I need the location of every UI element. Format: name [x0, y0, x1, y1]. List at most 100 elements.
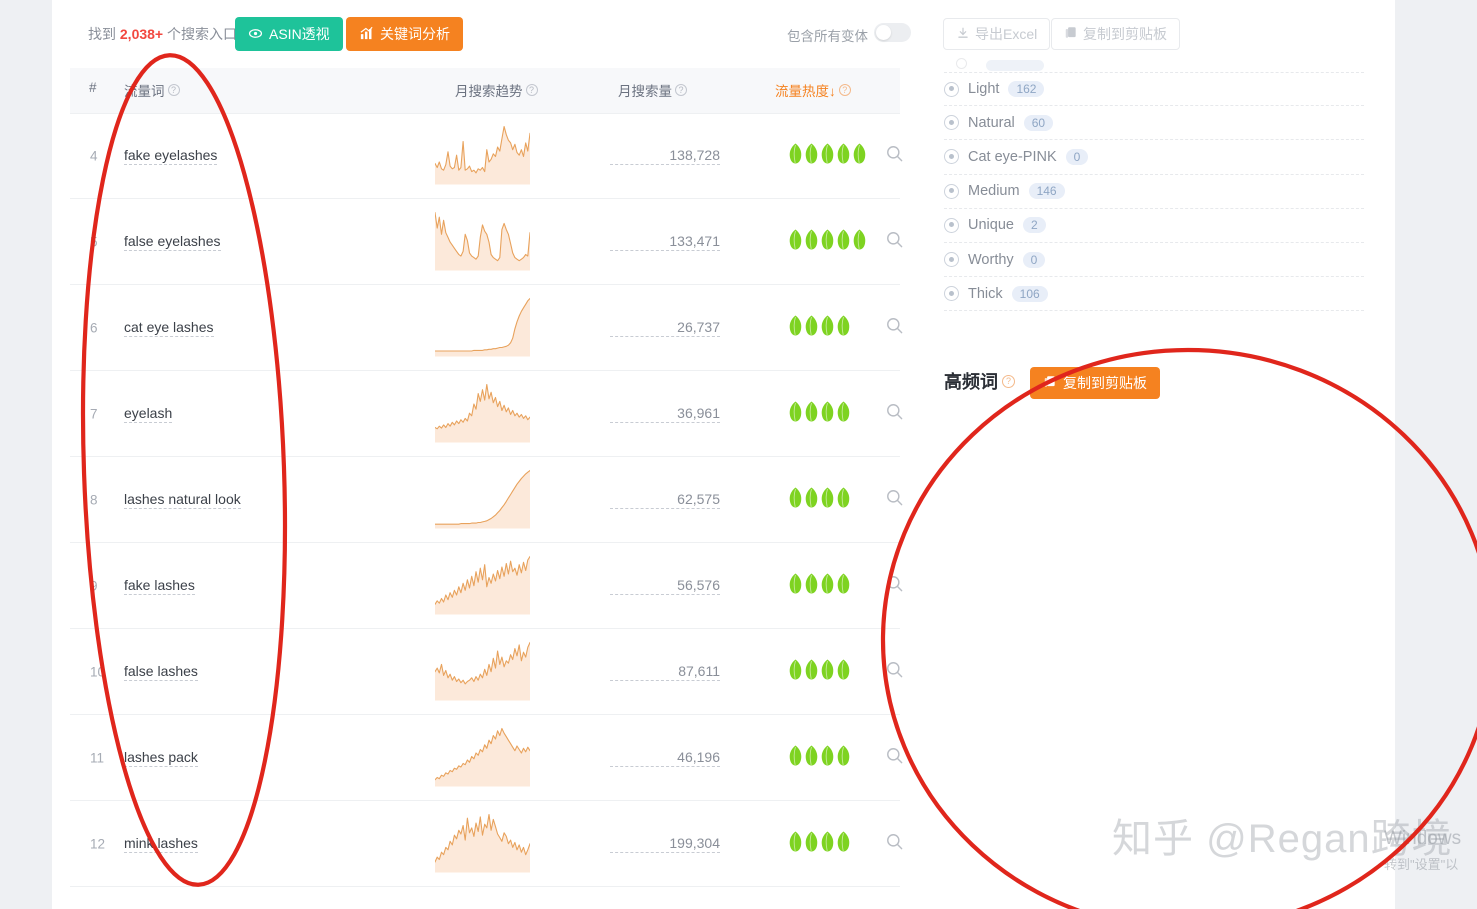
filter-item-medium[interactable]: Medium 146: [944, 175, 1364, 209]
leaf-icon: [820, 314, 835, 341]
row-rank: 9: [90, 578, 98, 593]
row-keyword[interactable]: false lashes: [124, 663, 198, 681]
row-search-button[interactable]: [885, 832, 904, 856]
leaf-icon: [820, 486, 835, 513]
filter-item-natural[interactable]: Natural 60: [944, 106, 1364, 141]
filter-item-unique[interactable]: Unique 2: [944, 209, 1364, 243]
leaf-icon: [788, 658, 803, 685]
radio-icon[interactable]: [944, 252, 959, 268]
column-header-keyword: 流量词 ?: [124, 80, 180, 100]
row-keyword[interactable]: fake eyelashes: [124, 147, 218, 165]
filter-label: Natural: [968, 114, 1015, 131]
leaf-icon: [836, 314, 851, 341]
row-search-volume[interactable]: 133,471: [610, 233, 720, 251]
table-row[interactable]: 5 false eyelashes 133,471: [70, 199, 903, 285]
help-icon[interactable]: ?: [838, 84, 851, 96]
row-heat-rating: [788, 830, 851, 857]
help-icon[interactable]: ?: [1002, 374, 1015, 388]
row-search-volume[interactable]: 138,728: [610, 147, 720, 165]
filter-item-light[interactable]: Light 162: [944, 72, 1364, 107]
table-row[interactable]: 6 cat eye lashes 26,737: [70, 285, 903, 371]
export-excel-label: 导出Excel: [975, 26, 1038, 42]
row-rank: 8: [90, 492, 98, 507]
row-search-volume[interactable]: 46,196: [610, 749, 720, 767]
row-search-volume[interactable]: 56,576: [610, 577, 720, 595]
table-row[interactable]: 9 fake lashes 56,576: [70, 543, 903, 629]
high-frequency-heading: 高频词 ?: [944, 368, 1015, 394]
column-header-heat[interactable]: 流量热度↓ ?: [775, 80, 851, 100]
row-search-volume[interactable]: 62,575: [610, 491, 720, 509]
radio-icon[interactable]: [944, 81, 959, 97]
help-icon[interactable]: ?: [167, 84, 180, 96]
row-keyword[interactable]: lashes pack: [124, 749, 198, 767]
include-variants-toggle[interactable]: [874, 23, 911, 42]
radio-icon[interactable]: [944, 217, 959, 233]
row-rank: 4: [90, 148, 98, 164]
help-icon[interactable]: ?: [675, 84, 687, 96]
found-prefix: 找到: [88, 26, 120, 42]
help-icon[interactable]: ?: [525, 84, 538, 96]
leaf-icon: [788, 143, 803, 170]
row-search-button[interactable]: [885, 230, 904, 254]
filter-label: Worthy: [968, 251, 1014, 268]
table-row[interactable]: 10 false lashes 87,611: [70, 629, 903, 715]
row-keyword[interactable]: fake lashes: [124, 577, 195, 595]
export-excel-button[interactable]: 导出Excel: [943, 18, 1051, 50]
radio-icon[interactable]: [944, 286, 959, 302]
radio-icon[interactable]: [944, 115, 959, 131]
table-header-row: # 流量词 ? 月搜索趋势 ? 月搜索量 ? 流量热度↓ ?: [70, 68, 900, 113]
row-search-button[interactable]: [885, 144, 904, 168]
filter-label: Unique: [968, 217, 1014, 234]
copy-high-frequency-button[interactable]: 复制到剪贴板: [1030, 367, 1160, 399]
column-header-trend: 月搜索趋势 ?: [455, 80, 538, 100]
row-search-button[interactable]: [885, 316, 904, 340]
leaf-icon: [788, 572, 803, 599]
copy-clipboard-button[interactable]: 复制到剪贴板: [1051, 18, 1180, 50]
leaf-icon: [836, 486, 851, 513]
filter-count-badge: 2: [1022, 217, 1046, 234]
row-search-button[interactable]: [885, 402, 904, 426]
table-row[interactable]: 4 fake eyelashes 138,728: [70, 113, 903, 199]
row-search-volume[interactable]: 26,737: [610, 319, 720, 337]
attribute-filter-list: Light 162 Natural 60 Cat eye-PINK 0 Medi…: [944, 72, 1364, 312]
row-keyword[interactable]: cat eye lashes: [124, 319, 214, 337]
row-search-volume[interactable]: 199,304: [610, 835, 720, 853]
row-keyword[interactable]: lashes natural look: [124, 491, 241, 509]
leaf-icon: [820, 658, 835, 685]
filter-item-worthy[interactable]: Worthy 0: [944, 243, 1364, 278]
leaf-icon: [804, 486, 819, 513]
row-trend-sparkline: [434, 466, 531, 533]
row-trend-sparkline: [434, 638, 531, 705]
row-keyword[interactable]: false eyelashes: [124, 233, 221, 251]
leaf-icon: [820, 830, 835, 857]
asin-insight-button[interactable]: ASIN透视: [235, 17, 343, 51]
leaf-icon: [804, 314, 819, 341]
table-row[interactable]: 8 lashes natural look 62,575: [70, 457, 903, 543]
filter-item-thick[interactable]: Thick 106: [944, 277, 1364, 312]
row-keyword[interactable]: mink lashes: [124, 835, 198, 853]
row-keyword[interactable]: eyelash: [124, 405, 173, 423]
radio-icon[interactable]: [944, 183, 959, 199]
copy-clipboard-label: 复制到剪贴板: [1083, 26, 1167, 42]
filter-item-cat-eye-pink[interactable]: Cat eye-PINK 0: [944, 140, 1364, 175]
chart-bar-icon: [359, 26, 374, 43]
filter-count-badge: 106: [1011, 285, 1048, 302]
table-row[interactable]: 7 eyelash 36,961: [70, 371, 903, 457]
leaf-icon: [820, 572, 835, 599]
row-search-button[interactable]: [885, 746, 904, 770]
leaf-icon: [804, 143, 819, 170]
radio-icon[interactable]: [944, 149, 959, 165]
row-rank: 6: [90, 320, 98, 335]
row-search-button[interactable]: [885, 488, 904, 512]
row-search-volume[interactable]: 36,961: [610, 405, 720, 423]
filter-count-badge: 0: [1022, 251, 1046, 268]
row-search-button[interactable]: [885, 574, 904, 598]
leaf-icon: [836, 658, 851, 685]
row-search-button[interactable]: [885, 660, 904, 684]
row-heat-rating: [788, 314, 851, 341]
row-search-volume[interactable]: 87,611: [610, 663, 720, 681]
keyword-analysis-button[interactable]: 关键词分析: [346, 17, 463, 51]
table-row[interactable]: 11 lashes pack 46,196: [70, 715, 903, 801]
leaf-icon: [788, 830, 803, 857]
table-row[interactable]: 12 mink lashes 199,304: [70, 801, 903, 887]
